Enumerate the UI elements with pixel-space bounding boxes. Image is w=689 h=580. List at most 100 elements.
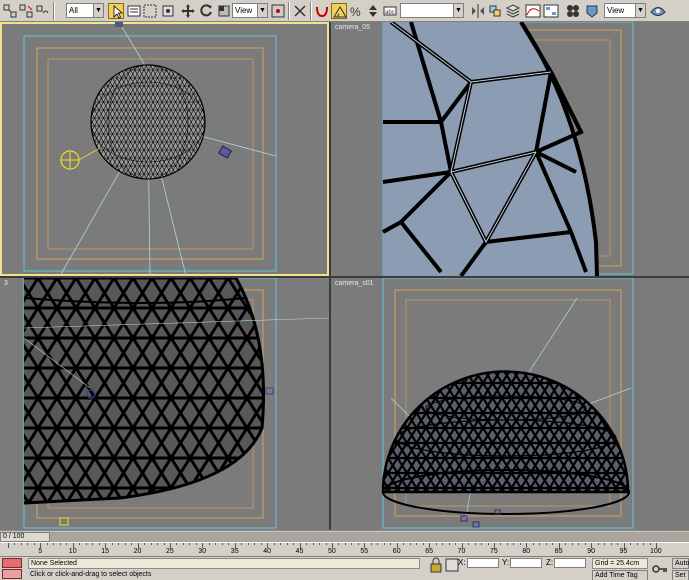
- absolute-transform-icon[interactable]: [444, 557, 459, 572]
- rectangular-selection-icon[interactable]: [142, 3, 158, 19]
- track-tick-label: 45: [295, 548, 304, 555]
- track-tick: [584, 543, 586, 545]
- reference-coordinate-dropdown[interactable]: View ▼: [232, 3, 268, 18]
- material-editor-icon[interactable]: [565, 3, 581, 19]
- track-tick: [33, 543, 35, 545]
- track-tick: [370, 543, 372, 545]
- track-tick-label: 95: [619, 548, 628, 555]
- render-setup-icon[interactable]: [584, 3, 600, 19]
- rotate-icon[interactable]: [198, 3, 214, 19]
- track-tick: [273, 543, 275, 545]
- track-tick: [20, 543, 22, 545]
- track-tick: [189, 543, 191, 545]
- quick-render-icon[interactable]: [650, 3, 666, 19]
- light-helper-icon: [59, 517, 69, 526]
- unlink-selection-icon[interactable]: [18, 3, 34, 19]
- track-tick: [241, 543, 243, 545]
- track-tick: [500, 543, 502, 545]
- viewport-top[interactable]: [0, 22, 329, 276]
- track-tick: [571, 543, 573, 545]
- chevron-down-icon: ▼: [635, 4, 645, 17]
- auto-key-button[interactable]: Auto: [672, 558, 689, 569]
- viewport-camera-05[interactable]: camera_05: [331, 22, 689, 276]
- track-tick: [422, 543, 424, 545]
- selection-filter-dropdown[interactable]: All ▼: [66, 3, 104, 18]
- select-manipulate-icon[interactable]: [292, 3, 308, 19]
- select-by-name-icon[interactable]: [126, 3, 142, 19]
- bind-space-warp-icon[interactable]: [34, 3, 50, 19]
- track-tick: [208, 543, 210, 545]
- x-coordinate-input[interactable]: [467, 558, 499, 568]
- track-tick: [617, 543, 619, 545]
- track-tick: [539, 543, 541, 545]
- select-object-icon[interactable]: [108, 3, 124, 19]
- track-tick: [195, 543, 197, 545]
- track-tick: [215, 543, 217, 545]
- pivot-center-icon[interactable]: [270, 3, 286, 19]
- track-tick: [565, 543, 567, 545]
- track-tick: [545, 543, 547, 545]
- track-tick: [247, 543, 249, 545]
- viewport-perspective[interactable]: 3: [0, 278, 329, 530]
- track-tick: [519, 543, 521, 545]
- set-key-button[interactable]: Set K: [672, 570, 689, 580]
- lock-selection-icon[interactable]: [428, 557, 442, 573]
- y-coordinate-label: Y:: [502, 558, 510, 567]
- named-selection-dropdown[interactable]: ▼: [400, 3, 464, 18]
- track-tick: [92, 543, 94, 545]
- track-bar[interactable]: 5 10 15 20 25 30 35 40 45 50 55 60 65 70 75 80 85 90 95 100: [0, 542, 689, 556]
- track-tick: [649, 543, 651, 545]
- track-tick: [98, 543, 100, 545]
- track-tick-label: 70: [457, 548, 466, 555]
- z-coordinate-input[interactable]: [554, 558, 586, 568]
- edit-named-selection-icon[interactable]: abc: [382, 3, 398, 19]
- track-tick: [597, 543, 599, 545]
- align-icon[interactable]: [487, 3, 503, 19]
- time-scroll-track[interactable]: [50, 532, 689, 542]
- chevron-down-icon: ▼: [257, 4, 267, 17]
- render-view-dropdown[interactable]: View ▼: [604, 3, 646, 18]
- track-tick: [403, 543, 405, 545]
- snaps-toggle-icon[interactable]: [314, 3, 330, 19]
- track-tick: [260, 543, 262, 545]
- svg-text:%: %: [350, 5, 361, 19]
- light-helper-icon: [60, 147, 101, 170]
- move-icon[interactable]: [180, 3, 196, 19]
- mirror-icon[interactable]: [470, 3, 486, 19]
- track-tick-label: 55: [360, 548, 369, 555]
- key-mode-icon[interactable]: [652, 561, 667, 575]
- main-toolbar: All ▼ View ▼ % abc ▼ View ▼: [0, 0, 689, 22]
- track-tick-label: 15: [101, 548, 109, 555]
- track-tick: [118, 543, 120, 545]
- percent-snap-icon[interactable]: %: [348, 3, 364, 19]
- schematic-view-icon[interactable]: [543, 3, 559, 19]
- track-tick: [552, 543, 554, 545]
- select-link-icon[interactable]: [2, 3, 18, 19]
- y-coordinate-input[interactable]: [510, 558, 542, 568]
- time-slider[interactable]: 0 / 100: [0, 532, 50, 542]
- angle-snap-icon[interactable]: [331, 3, 347, 19]
- add-time-tag-button[interactable]: Add Time Tag: [592, 570, 648, 580]
- camera-05-scene: [382, 22, 634, 276]
- prompt-line: Click or click-and-drag to select object…: [30, 571, 152, 578]
- spinner-snap-icon[interactable]: [365, 3, 381, 19]
- curve-editor-icon[interactable]: [525, 3, 541, 19]
- chevron-down-icon: ▼: [453, 4, 463, 17]
- track-tick: [390, 543, 392, 545]
- maxscript-listener-pink[interactable]: [2, 558, 22, 568]
- track-tick-label: 90: [587, 548, 595, 555]
- window-crossing-icon[interactable]: [160, 3, 176, 19]
- track-tick: [254, 543, 256, 545]
- track-tick: [306, 543, 308, 545]
- viewport-camera-s01[interactable]: camera_s01: [331, 278, 689, 530]
- track-tick: [131, 543, 133, 545]
- track-tick: [442, 543, 444, 545]
- track-tick: [8, 543, 9, 548]
- track-tick: [351, 543, 353, 545]
- maxscript-listener-white[interactable]: [2, 569, 22, 579]
- track-tick-label: 30: [198, 548, 207, 555]
- track-tick: [338, 543, 340, 545]
- scale-icon[interactable]: [216, 3, 232, 19]
- camera-icon: [217, 145, 233, 159]
- layer-manager-icon[interactable]: [505, 3, 521, 19]
